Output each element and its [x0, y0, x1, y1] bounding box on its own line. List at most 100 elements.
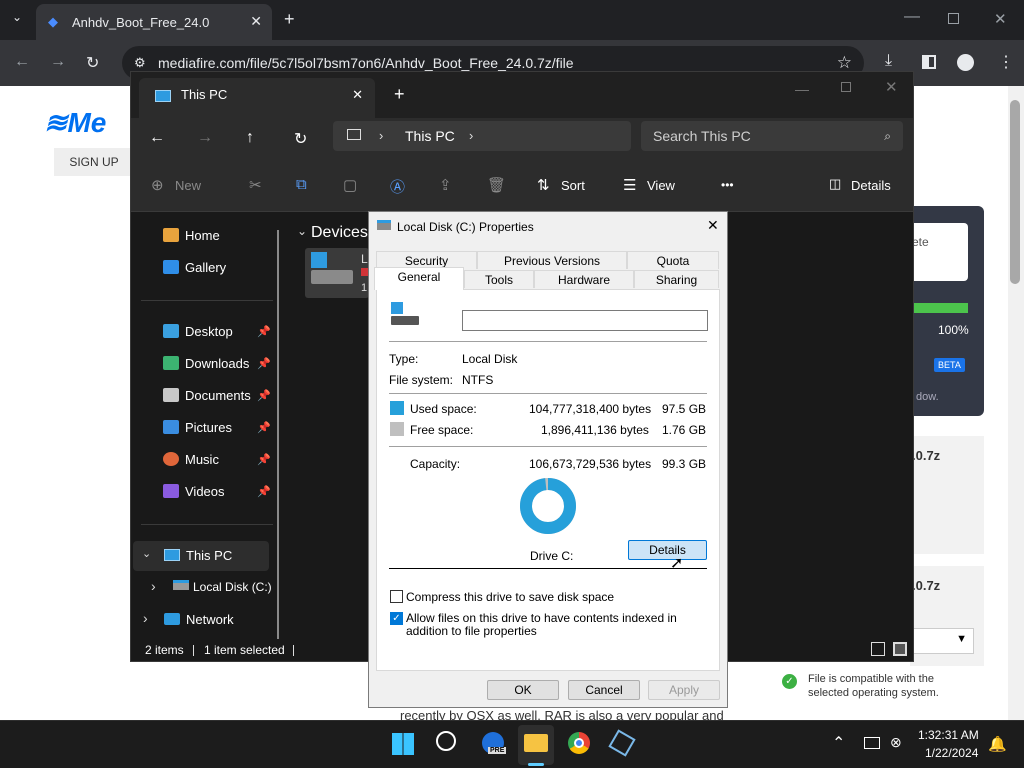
- tiles-view-icon[interactable]: [893, 642, 907, 656]
- clock-date[interactable]: 1/22/2024: [925, 746, 978, 760]
- paste-icon[interactable]: ▢: [343, 176, 357, 194]
- details-pane-icon[interactable]: ◫: [829, 176, 841, 192]
- chevron-down-icon[interactable]: ⌄: [297, 224, 307, 238]
- explorer-tab[interactable]: This PC ✕: [139, 78, 375, 118]
- logo-flame-icon: ≋: [44, 107, 68, 138]
- close-tab-icon[interactable]: ✕: [250, 13, 262, 30]
- taskbar-search-icon[interactable]: [436, 731, 456, 751]
- forward-icon[interactable]: →: [197, 129, 213, 147]
- new-button[interactable]: New: [175, 178, 201, 193]
- browser-tab-title: Anhdv_Boot_Free_24.0: [72, 14, 210, 30]
- chevron-down-icon[interactable]: ⌄: [142, 547, 151, 560]
- tab-hardware[interactable]: Hardware: [534, 270, 634, 288]
- chevron-right-icon[interactable]: ›: [151, 578, 156, 594]
- tab-quota[interactable]: Quota: [627, 251, 719, 269]
- profile-icon[interactable]: [957, 54, 974, 71]
- more-options-button[interactable]: •••: [721, 178, 734, 192]
- copy-icon[interactable]: ⧉: [296, 176, 307, 193]
- restore-icon[interactable]: [948, 13, 959, 24]
- show-hidden-icons-icon[interactable]: ⌃: [832, 733, 845, 753]
- minimize-icon[interactable]: —: [904, 8, 920, 26]
- delete-icon[interactable]: 🗑: [487, 176, 506, 194]
- compat-text: File is compatible with the selected ope…: [808, 673, 939, 699]
- new-icon[interactable]: ⊕: [151, 176, 164, 194]
- forward-icon[interactable]: →: [50, 53, 66, 71]
- side-panel-icon[interactable]: [922, 55, 936, 69]
- browser-tab[interactable]: ◆ Anhdv_Boot_Free_24.0 ✕: [36, 4, 272, 40]
- start-windows-icon[interactable]: [392, 733, 414, 755]
- close-window-icon[interactable]: ✕: [885, 78, 898, 96]
- tab-search-icon[interactable]: ⌄: [12, 10, 22, 24]
- devices-section-header[interactable]: Devices: [311, 224, 368, 242]
- ok-button[interactable]: OK: [487, 680, 559, 700]
- tab-general[interactable]: General: [374, 267, 464, 290]
- card-button[interactable]: ete: [912, 223, 968, 281]
- sidebar-item-gallery[interactable]: Gallery: [163, 254, 273, 282]
- tab-sharing[interactable]: Sharing: [634, 270, 719, 288]
- maximize-icon[interactable]: [841, 82, 851, 92]
- back-icon[interactable]: ←: [14, 53, 30, 71]
- signup-button[interactable]: SIGN UP: [54, 148, 134, 176]
- network-status-icon[interactable]: [864, 737, 880, 749]
- close-window-icon[interactable]: ✕: [994, 10, 1007, 28]
- volume-label-input[interactable]: [462, 310, 708, 331]
- pin-icon: 📌: [257, 326, 271, 338]
- reload-icon[interactable]: ↻: [86, 53, 99, 73]
- share-icon[interactable]: ⇪: [439, 176, 452, 194]
- tab-previous-versions[interactable]: Previous Versions: [477, 251, 627, 269]
- chevron-right-icon[interactable]: ›: [143, 610, 148, 626]
- notification-bell-icon[interactable]: 🔔: [988, 735, 1007, 753]
- clock-time[interactable]: 1:32:31 AM: [918, 728, 979, 742]
- dialog-close-icon[interactable]: ✕: [707, 217, 719, 234]
- separator: [389, 341, 707, 342]
- drive-label: Drive C:: [530, 549, 574, 563]
- network-icon: [164, 613, 180, 625]
- explorer-address-bar[interactable]: › This PC ›: [333, 121, 631, 151]
- cut-icon[interactable]: ✂: [249, 176, 262, 194]
- page-body-text: recently by OSX as well. RAR is also a v…: [400, 708, 724, 720]
- close-tab-icon[interactable]: ✕: [352, 78, 363, 112]
- virtualbox-icon[interactable]: [608, 729, 636, 757]
- explorer-search-input[interactable]: Search This PC ⌕: [641, 121, 903, 151]
- download-icon[interactable]: ⤓: [885, 52, 892, 70]
- windows-logo-icon: [391, 302, 403, 314]
- folder-icon: [524, 734, 548, 752]
- new-tab-button[interactable]: +: [284, 9, 295, 30]
- index-checkbox[interactable]: ✓: [390, 612, 403, 625]
- view-button[interactable]: View: [647, 178, 675, 193]
- pictures-icon: [163, 420, 179, 434]
- tab-tools[interactable]: Tools: [464, 270, 534, 288]
- refresh-icon[interactable]: ↻: [294, 129, 307, 149]
- sidebar-item-home[interactable]: Home: [163, 222, 273, 250]
- mediafire-logo[interactable]: ≋Me: [44, 106, 106, 139]
- tree-item-network[interactable]: Network: [186, 612, 234, 627]
- address-this-pc[interactable]: This PC: [405, 121, 455, 151]
- file-item-1[interactable]: .0.7z: [910, 436, 984, 554]
- new-tab-icon[interactable]: +: [394, 84, 405, 105]
- details-pane-button[interactable]: Details: [851, 178, 891, 193]
- tree-item-local-disk[interactable]: Local Disk (C:): [193, 580, 272, 594]
- minimize-icon[interactable]: —: [795, 81, 809, 97]
- properties-dialog: Local Disk (C:) Properties ✕ Security Pr…: [368, 211, 728, 708]
- used-space-bytes: 104,777,318,400 bytes: [529, 402, 652, 416]
- view-icon[interactable]: ☰: [623, 176, 636, 194]
- menu-icon[interactable]: ⋮: [998, 52, 1014, 72]
- os-select[interactable]: ▼: [910, 628, 974, 654]
- nav-scrollbar[interactable]: [277, 230, 279, 640]
- chevron-down-icon: ▼: [956, 633, 967, 645]
- volume-muted-icon[interactable]: ⊗: [890, 734, 902, 751]
- scrollbar-thumb[interactable]: [1010, 100, 1020, 284]
- used-space-gb: 97.5 GB: [662, 402, 707, 416]
- back-icon[interactable]: ←: [149, 129, 165, 147]
- compress-checkbox[interactable]: [390, 590, 403, 603]
- details-button[interactable]: Details: [628, 540, 707, 560]
- drive-icon: [173, 580, 189, 590]
- sort-icon[interactable]: ⇅: [537, 176, 550, 194]
- rename-icon[interactable]: Ⓐ: [390, 176, 405, 197]
- sort-button[interactable]: Sort: [561, 178, 585, 193]
- details-view-icon[interactable]: [871, 642, 885, 656]
- apply-button[interactable]: Apply: [648, 680, 720, 700]
- sidebar-divider: [141, 524, 273, 525]
- up-icon[interactable]: ↑: [246, 129, 254, 147]
- cancel-button[interactable]: Cancel: [568, 680, 640, 700]
